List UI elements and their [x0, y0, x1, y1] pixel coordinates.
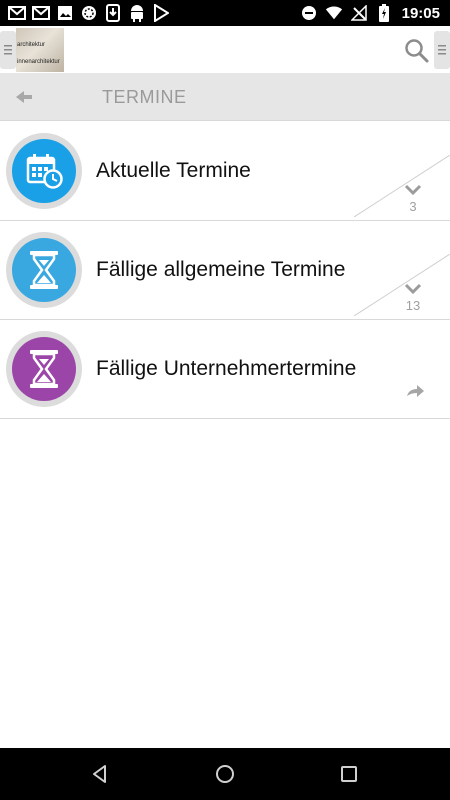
list-item-label: Fällige Unternehmertermine: [96, 357, 357, 380]
gmail-icon: [8, 4, 26, 22]
back-button[interactable]: [12, 87, 34, 107]
left-drawer-handle[interactable]: [0, 31, 16, 69]
page-title: TERMINE: [102, 87, 187, 107]
logo-line-2: innenarchitektur: [17, 59, 60, 65]
nav-home-icon: [216, 765, 234, 783]
android-icon: [128, 4, 146, 22]
image-icon: [56, 4, 74, 22]
do-not-disturb-icon: [300, 4, 318, 22]
search-button[interactable]: [404, 38, 430, 64]
share-arrow-icon[interactable]: [405, 384, 425, 398]
list-item-due-contractor-appointments[interactable]: Fällige Unternehmertermine: [0, 320, 450, 419]
status-bar: 19:05: [0, 0, 450, 26]
menu-icon: [4, 45, 12, 55]
play-store-icon: [152, 4, 170, 22]
search-icon: [405, 39, 429, 63]
nav-home-button[interactable]: [213, 762, 237, 786]
company-logo[interactable]: architektur innenarchitektur: [16, 28, 64, 72]
nav-recents-icon: [341, 766, 357, 782]
item-count-badge: 3: [409, 199, 417, 214]
wifi-icon: [325, 4, 343, 22]
hourglass-icon: [12, 238, 76, 302]
no-signal-icon: [350, 4, 368, 22]
row-icon-frame: [6, 331, 82, 407]
row-icon-frame: [6, 232, 82, 308]
back-arrow-icon: [16, 91, 32, 103]
list-item-label: Fällige allgemeine Termine: [96, 258, 346, 281]
notification-icons: [8, 4, 170, 22]
gmail-icon: [32, 4, 50, 22]
nav-back-button[interactable]: [88, 762, 112, 786]
list-item-label: Aktuelle Termine: [96, 159, 251, 182]
appointments-list: Aktuelle Termine 3 Fällige allgemeine Te…: [0, 122, 450, 419]
right-drawer-handle[interactable]: [434, 31, 450, 69]
clock: 19:05: [401, 4, 440, 22]
logo-line-1: architektur: [17, 42, 46, 48]
list-item-current-appointments[interactable]: Aktuelle Termine 3: [0, 122, 450, 221]
calendar-clock-icon: [12, 139, 76, 203]
sync-icon: [80, 4, 98, 22]
menu-icon: [438, 45, 446, 55]
download-icon: [104, 4, 122, 22]
chevron-down-icon[interactable]: [404, 283, 422, 295]
chevron-down-icon[interactable]: [404, 184, 422, 196]
system-nav-bar: [0, 748, 450, 800]
title-bar: TERMINE: [0, 73, 450, 121]
nav-recents-button[interactable]: [337, 762, 361, 786]
hourglass-icon: [12, 337, 76, 401]
battery-charging-icon: [375, 4, 393, 22]
list-item-due-general-appointments[interactable]: Fällige allgemeine Termine 13: [0, 221, 450, 320]
item-count-badge: 13: [405, 298, 421, 313]
row-icon-frame: [6, 133, 82, 209]
nav-back-icon: [93, 765, 106, 783]
system-icons: 19:05: [300, 4, 440, 22]
app-header: architektur innenarchitektur: [0, 26, 450, 73]
